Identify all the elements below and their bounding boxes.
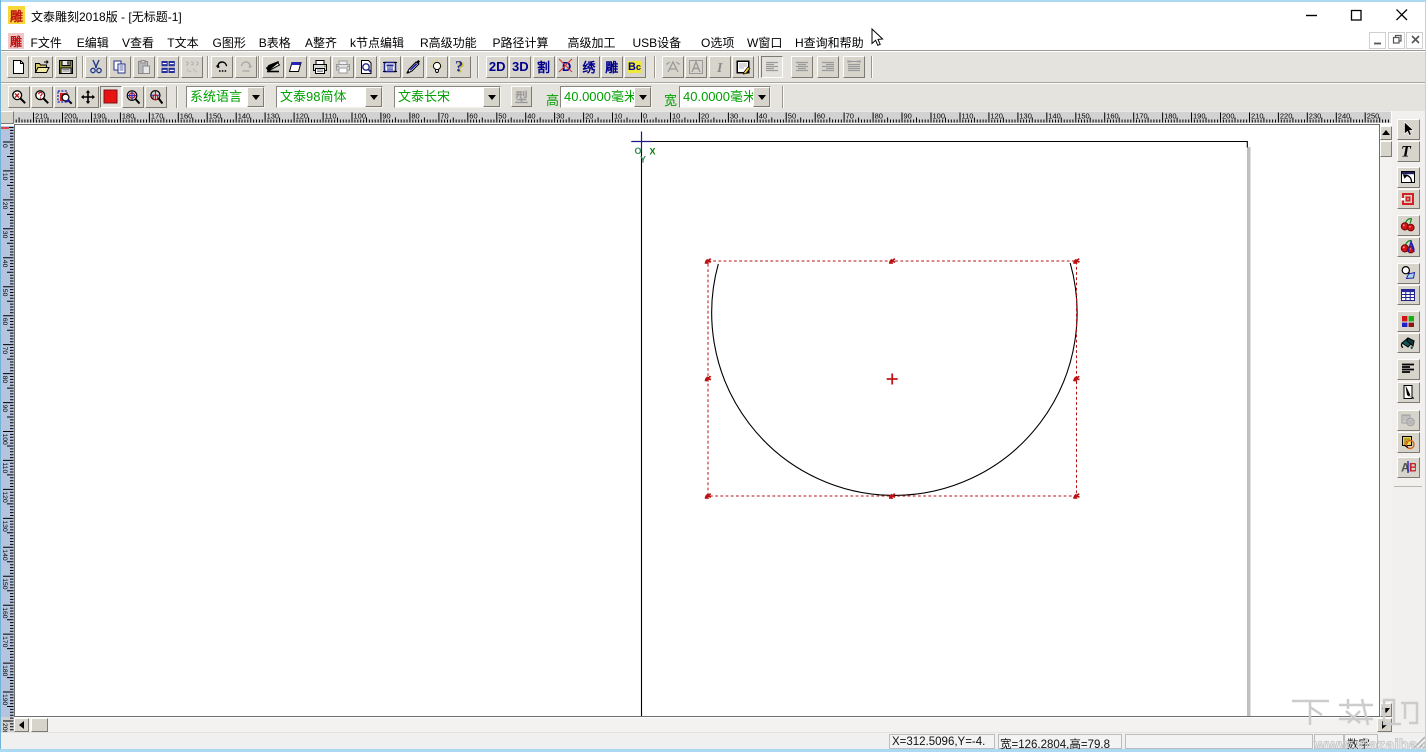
svg-text:230: 230 [1309,112,1322,121]
svg-text:40: 40 [527,112,535,121]
svg-text:60: 60 [469,112,477,121]
svg-text:10: 10 [672,112,680,121]
svg-text:130: 130 [1,520,8,532]
svg-text:50: 50 [498,112,506,121]
svg-text:190: 190 [1,694,8,706]
svg-text:140: 140 [1,549,8,561]
svg-text:210: 210 [35,112,48,121]
svg-text:80: 80 [411,112,419,121]
svg-text:?: ? [455,59,463,75]
svg-text:220: 220 [1280,112,1293,121]
svg-text:80: 80 [1,375,8,383]
svg-text:110: 110 [325,112,337,121]
svg-text:T: T [1401,144,1412,160]
svg-text:20: 20 [701,112,709,121]
svg-text:190: 190 [93,112,106,121]
svg-text:30: 30 [556,112,564,121]
svg-text:10: 10 [1,172,8,180]
svg-text:130: 130 [267,112,280,121]
svg-text:B: B [1409,461,1416,475]
svg-text:110: 110 [962,112,974,121]
svg-text:Y: Y [640,155,646,165]
svg-text:140: 140 [238,112,251,121]
svg-text:160: 160 [1,607,8,619]
svg-text:10: 10 [614,112,622,121]
svg-text:50: 50 [1,288,8,296]
svg-text:170: 170 [151,112,164,121]
svg-text:120: 120 [296,112,309,121]
svg-text:100: 100 [354,112,367,121]
svg-text:160: 160 [1106,112,1119,121]
svg-text:120: 120 [1,491,8,503]
svg-text:30: 30 [730,112,738,121]
svg-text:0: 0 [1,144,8,148]
svg-text:40: 40 [1,259,8,267]
svg-text:250: 250 [1367,112,1380,121]
svg-text:150: 150 [1077,112,1090,121]
svg-text:100: 100 [933,112,946,121]
svg-text:170: 170 [1,636,8,648]
svg-text:70: 70 [1,346,8,354]
svg-text:0: 0 [643,112,647,121]
svg-text:200: 200 [64,112,77,121]
svg-text:110: 110 [1,462,8,473]
svg-text:160: 160 [180,112,193,121]
svg-text:70: 70 [846,112,854,121]
svg-text:120: 120 [990,112,1003,121]
svg-text:170: 170 [1135,112,1148,121]
svg-text:150: 150 [1,578,8,590]
svg-text:130: 130 [1019,112,1032,121]
svg-text:90: 90 [1,404,8,412]
svg-text:200: 200 [1,723,8,732]
svg-text:140: 140 [1048,112,1061,121]
svg-text:70: 70 [440,112,448,121]
svg-text:20: 20 [1,201,8,209]
svg-text:60: 60 [1,317,8,325]
svg-text:180: 180 [1164,112,1177,121]
svg-text:30: 30 [1,230,8,238]
svg-text:90: 90 [904,112,912,121]
svg-text:190: 190 [1193,112,1206,121]
svg-text:80: 80 [875,112,883,121]
svg-text:150: 150 [209,112,222,121]
svg-text:200: 200 [1222,112,1235,121]
svg-text:I: I [716,61,723,75]
svg-text:X: X [650,147,656,157]
svg-text:90: 90 [382,112,390,121]
svg-text:240: 240 [1338,112,1351,121]
svg-text:20: 20 [585,112,593,121]
svg-text:50: 50 [788,112,796,121]
svg-text:100: 100 [1,433,8,445]
svg-text:180: 180 [1,665,8,677]
svg-text:60: 60 [817,112,825,121]
svg-text:40: 40 [759,112,767,121]
svg-text:180: 180 [122,112,135,121]
svg-text:210: 210 [1251,112,1264,121]
